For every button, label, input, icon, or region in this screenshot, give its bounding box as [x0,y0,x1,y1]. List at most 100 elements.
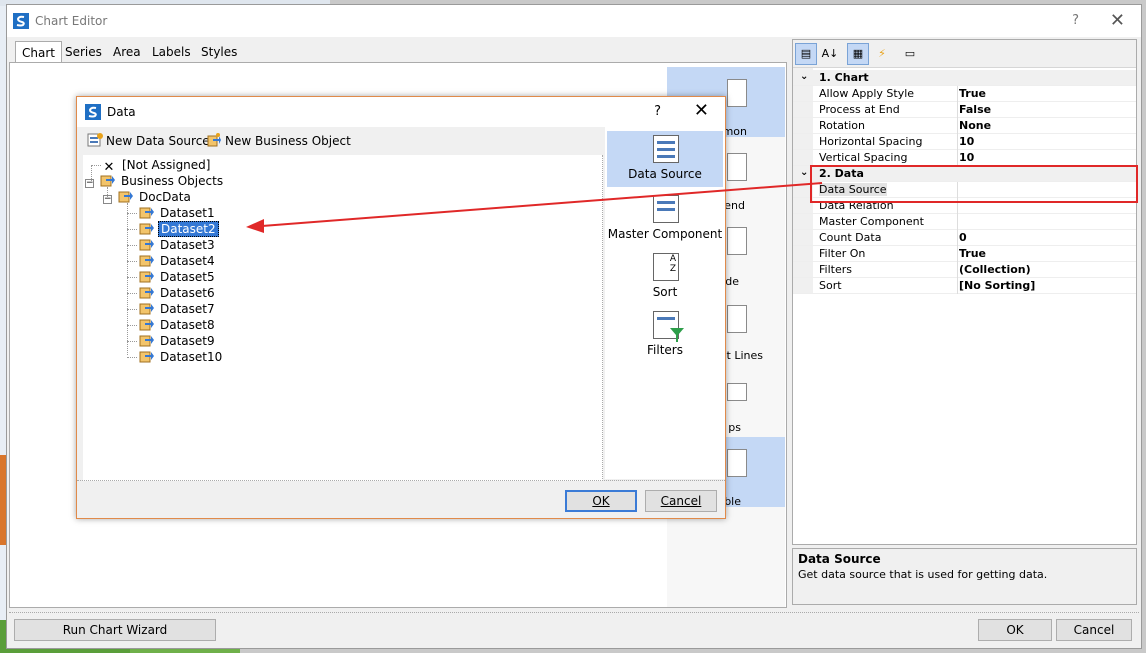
side-item-data-source[interactable]: Data Source [607,131,723,187]
tree-line [91,165,101,166]
tree-node-dataset[interactable]: Dataset9 [139,333,217,349]
filter-icon [653,311,684,342]
tree-node-business-objects[interactable]: − Business Objects [85,173,225,189]
master-component-icon [653,195,679,223]
tab-series[interactable]: Series [59,41,108,63]
column-divider [957,262,958,278]
ok-button[interactable]: OK [978,619,1052,641]
property-name: Filters [819,263,852,276]
gallery-item-label: nt Lines [719,349,763,362]
side-item-sort[interactable]: AZ Sort [607,249,723,305]
events-icon[interactable]: ⚡ [871,43,893,65]
dialog-cancel-button[interactable]: Cancel [645,490,717,512]
cancel-button[interactable]: Cancel [1056,619,1132,641]
tree-node-label: Dataset9 [160,334,215,348]
property-category[interactable]: ⌄ 1. Chart [793,70,1136,86]
run-chart-wizard-button[interactable]: Run Chart Wizard [14,619,216,641]
property-row[interactable]: Sort [No Sorting] [793,278,1136,294]
property-value[interactable]: False [959,103,991,116]
chart-icon [727,383,747,401]
description-title: Data Source [798,552,881,566]
new-business-object-button[interactable]: New Business Object [206,133,351,148]
dialog-title: Data [107,105,136,119]
property-value[interactable]: True [959,247,986,260]
tree-node-docdata[interactable]: − DocData [103,189,193,205]
property-value[interactable]: 0 [959,231,967,244]
new-business-object-icon [207,133,221,147]
property-row[interactable]: Rotation None [793,118,1136,134]
property-value[interactable]: [No Sorting] [959,279,1035,292]
property-row[interactable]: Allow Apply Style True [793,86,1136,102]
business-object-icon [118,191,133,203]
title-bar: Chart Editor ? ✕ [7,5,1141,37]
new-data-source-label: New Data Source [106,134,210,148]
tree-node-not-assigned[interactable]: ✕ [Not Assigned] [101,157,212,175]
tree-node-label: Business Objects [121,174,224,188]
tree-node-dataset[interactable]: Dataset4 [139,253,217,269]
collapse-icon: − [85,178,94,188]
tab-area[interactable]: Area [107,41,147,63]
property-name: Master Component [819,215,924,228]
tree-node-label: Dataset4 [160,254,215,268]
property-value[interactable]: 10 [959,151,974,164]
data-dialog: Data ? ✕ New Data Source New Business Ob… [76,96,726,519]
dataset-icon [139,271,154,283]
tree-node-dataset[interactable]: Dataset2 [139,221,219,237]
divider [9,612,1139,613]
property-row[interactable]: Filter On True [793,246,1136,262]
tree-node-label: Dataset3 [160,238,215,252]
side-item-filters[interactable]: Filters [607,307,723,363]
new-data-source-button[interactable]: New Data Source [87,133,210,148]
column-divider [957,102,958,118]
dialog-ok-button[interactable]: OK [565,490,637,512]
side-item-label: Filters [647,343,683,357]
dialog-help-button[interactable]: ? [654,104,661,119]
tree-node-dataset[interactable]: Dataset6 [139,285,217,301]
property-value[interactable]: None [959,119,991,132]
tree-node-dataset[interactable]: Dataset7 [139,301,217,317]
tree-node-dataset[interactable]: Dataset5 [139,269,217,285]
new-business-object-label: New Business Object [225,134,351,148]
property-value[interactable]: True [959,87,986,100]
property-value[interactable]: 10 [959,135,974,148]
help-button[interactable]: ? [1072,13,1079,28]
tree-line [127,341,137,342]
property-value[interactable]: (Collection) [959,263,1031,276]
property-row[interactable]: Horizontal Spacing 10 [793,134,1136,150]
data-source-icon [653,135,679,163]
tab-chart[interactable]: Chart [15,41,62,64]
column-divider [957,278,958,294]
tree-node-dataset[interactable]: Dataset10 [139,349,224,365]
column-divider [957,150,958,166]
property-row[interactable]: Process at End False [793,102,1136,118]
properties-icon[interactable]: ▦ [847,43,869,65]
tree-node-dataset[interactable]: Dataset8 [139,317,217,333]
dialog-close-button[interactable]: ✕ [694,100,709,121]
column-divider [957,214,958,230]
gallery-item-label: end [724,199,745,212]
alphabetical-icon[interactable]: A↓ [819,43,841,65]
chart-icon [727,305,747,333]
dataset-icon [139,223,154,235]
categorized-icon[interactable]: ▤ [795,43,817,65]
expand-icon[interactable]: ⌄ [800,71,808,82]
tree-node-label: Dataset6 [160,286,215,300]
new-data-source-icon [87,133,103,147]
tab-labels[interactable]: Labels [146,41,197,63]
property-name: Horizontal Spacing [819,135,923,148]
property-row[interactable]: Master Component [793,214,1136,230]
expand-icon[interactable]: ⌄ [800,167,808,178]
property-name: Filter On [819,247,866,260]
property-row[interactable]: Vertical Spacing 10 [793,150,1136,166]
property-row[interactable]: Filters (Collection) [793,262,1136,278]
gallery-item-label: mon [722,125,747,138]
close-button[interactable]: ✕ [1110,10,1125,31]
dialog-side-panel: Data Source Master Component AZ Sort Fil… [605,127,725,479]
tree-node-dataset[interactable]: Dataset3 [139,237,217,253]
property-row[interactable]: Count Data 0 [793,230,1136,246]
tree-node-dataset[interactable]: Dataset1 [139,205,217,221]
side-item-master-component[interactable]: Master Component [607,191,723,247]
pages-icon[interactable]: ▭ [899,43,921,65]
tab-styles[interactable]: Styles [195,41,243,63]
side-item-label: Master Component [607,227,723,241]
